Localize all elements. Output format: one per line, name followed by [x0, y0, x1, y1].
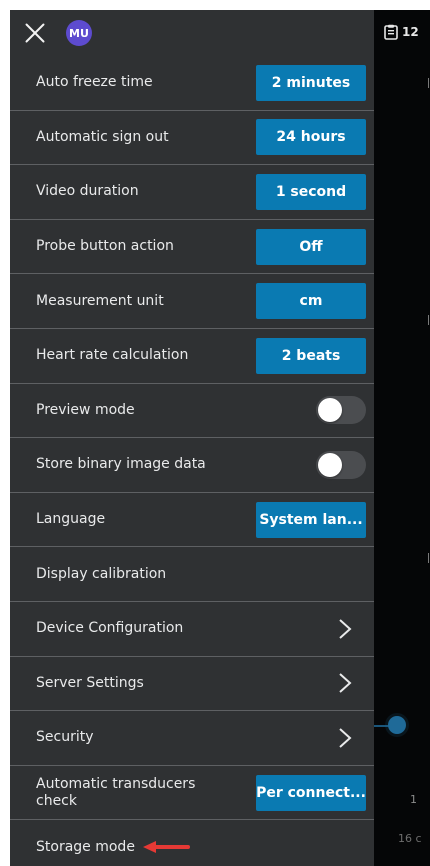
clip-counter[interactable]: 12 [384, 20, 428, 44]
setting-device-configuration[interactable]: Device Configuration [10, 602, 374, 657]
store-binary-image-data-toggle[interactable] [316, 450, 366, 479]
probe-button-action-button[interactable]: Off [256, 228, 366, 265]
setting-label: Server Settings [36, 674, 144, 691]
setting-label: Heart rate calculation [36, 347, 189, 364]
setting-label: Device Configuration [36, 620, 184, 637]
clip-count: 12 [402, 25, 419, 39]
video-duration-button[interactable]: 1 second [256, 173, 366, 210]
setting-label: Security [36, 729, 94, 746]
measurement-unit-button[interactable]: cm [256, 283, 366, 320]
close-icon[interactable] [24, 22, 46, 44]
side-marker: 1 [410, 793, 417, 806]
ultrasound-viewer: 12 1 16 c [374, 10, 430, 866]
settings-menu: MU Auto freeze time 2 minutes Automatic … [10, 10, 374, 866]
setting-label: Storage mode [36, 839, 135, 856]
setting-label: Display calibration [36, 565, 167, 582]
depth-tick [428, 553, 429, 563]
setting-label: Store binary image data [36, 456, 206, 473]
setting-security[interactable]: Security [10, 711, 374, 766]
setting-label: Automatic transducers check [36, 775, 196, 809]
setting-label: Preview mode [36, 401, 135, 418]
annotation-arrow-icon [143, 841, 190, 854]
depth-readout: 16 c [398, 832, 422, 845]
depth-tick [428, 315, 429, 325]
heart-rate-calculation-button[interactable]: 2 beats [256, 337, 366, 374]
setting-probe-button-action[interactable]: Probe button action Off [10, 220, 374, 275]
toggle-knob [318, 398, 342, 423]
setting-label: Probe button action [36, 238, 174, 255]
chevron-right-icon[interactable] [334, 672, 356, 694]
clipboard-icon [384, 24, 398, 40]
language-button[interactable]: System lan... [256, 501, 366, 538]
setting-heart-rate-calculation[interactable]: Heart rate calculation 2 beats [10, 329, 374, 384]
setting-label: Language [36, 511, 106, 528]
depth-slider-handle[interactable] [388, 716, 406, 734]
setting-automatic-transducers-check[interactable]: Automatic transducers check Per connect.… [10, 766, 374, 821]
setting-label: Measurement unit [36, 292, 164, 309]
setting-label: Auto freeze time [36, 74, 153, 91]
setting-preview-mode[interactable]: Preview mode [10, 384, 374, 439]
menu-header: MU [10, 10, 374, 56]
setting-label: Automatic sign out [36, 128, 169, 145]
setting-display-calibration[interactable]: Display calibration [10, 547, 374, 602]
chevron-right-icon[interactable] [334, 618, 356, 640]
setting-label: Video duration [36, 183, 139, 200]
setting-server-settings[interactable]: Server Settings [10, 657, 374, 712]
setting-storage-mode[interactable]: Storage mode [10, 820, 374, 866]
setting-store-binary-image-data[interactable]: Store binary image data [10, 438, 374, 493]
chevron-right-icon[interactable] [334, 727, 356, 749]
setting-auto-freeze-time[interactable]: Auto freeze time 2 minutes [10, 56, 374, 111]
app-frame: 12 1 16 c MU Auto freeze time 2 minutes … [10, 10, 430, 866]
setting-video-duration[interactable]: Video duration 1 second [10, 165, 374, 220]
setting-language[interactable]: Language System lan... [10, 493, 374, 548]
automatic-sign-out-button[interactable]: 24 hours [256, 119, 366, 156]
auto-freeze-time-button[interactable]: 2 minutes [256, 64, 366, 101]
depth-tick [428, 78, 429, 88]
setting-automatic-sign-out[interactable]: Automatic sign out 24 hours [10, 111, 374, 166]
automatic-transducers-check-button[interactable]: Per connect... [256, 774, 366, 811]
avatar[interactable]: MU [66, 20, 92, 46]
settings-list: Auto freeze time 2 minutes Automatic sig… [10, 56, 374, 866]
setting-measurement-unit[interactable]: Measurement unit cm [10, 274, 374, 329]
preview-mode-toggle[interactable] [316, 396, 366, 425]
toggle-knob [318, 452, 342, 477]
